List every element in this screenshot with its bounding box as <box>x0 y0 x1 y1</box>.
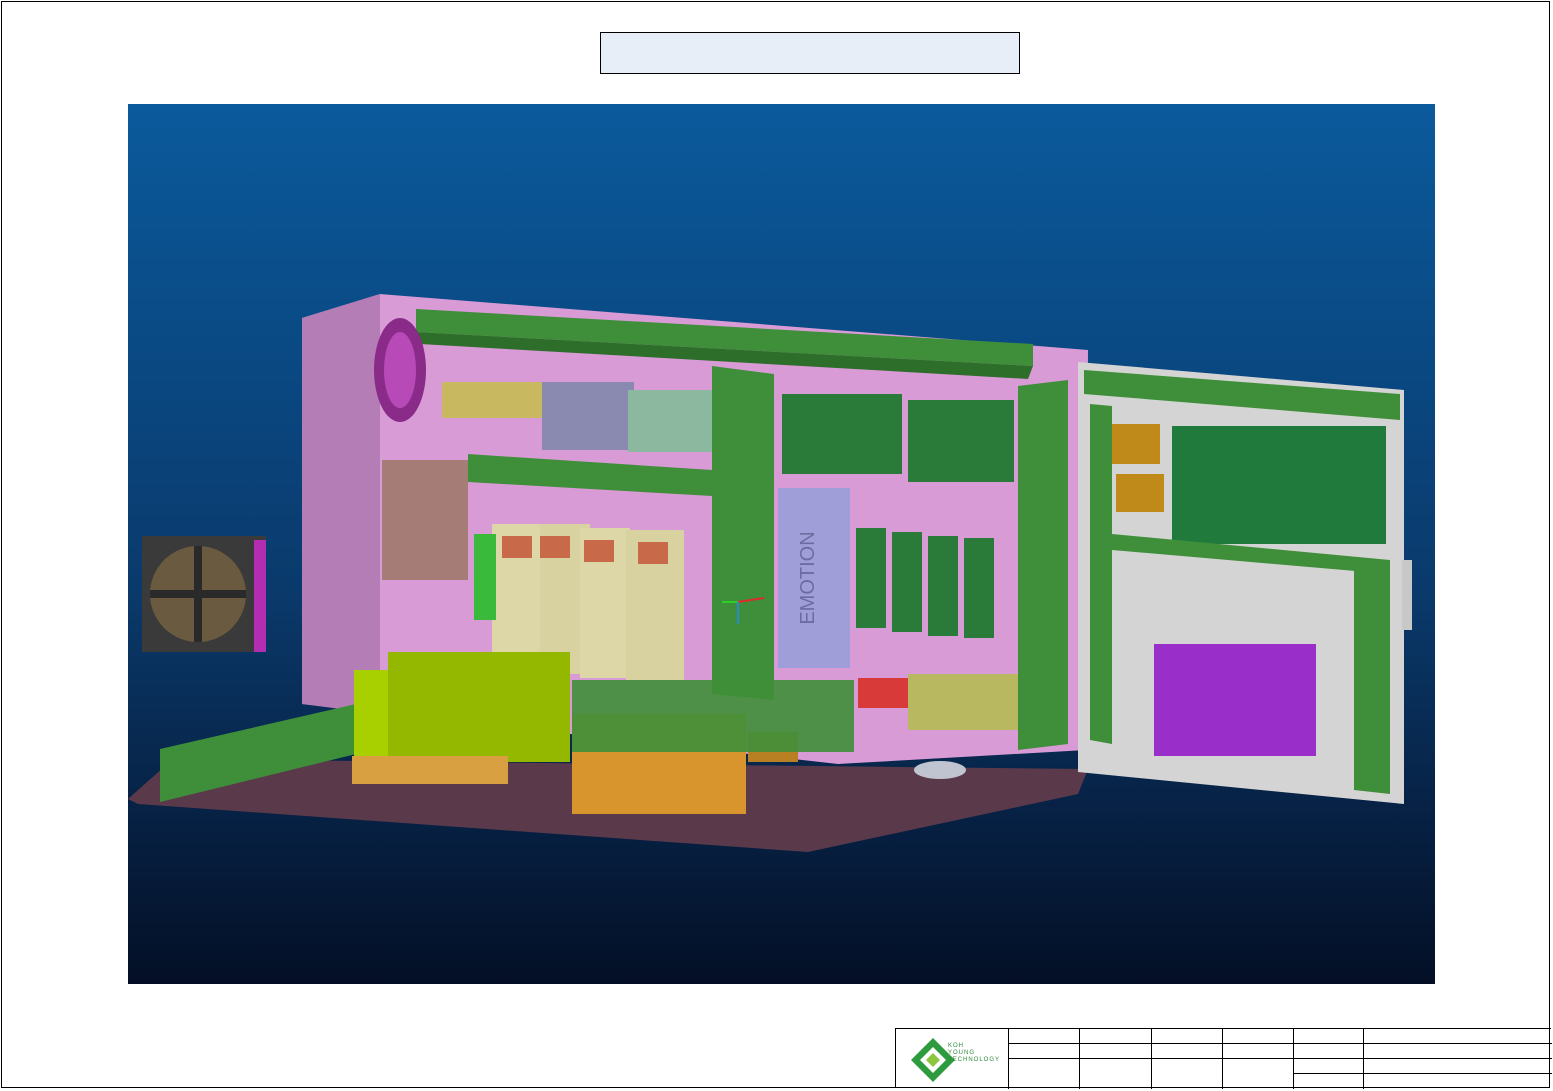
servo-drive-label-2 <box>540 536 570 558</box>
filter-fan-frame <box>254 540 266 652</box>
vertical-rail-center <box>712 366 774 700</box>
door-fuse-1 <box>1110 424 1160 464</box>
company-logo: KOH YOUNG TECHNOLOGY <box>896 1029 1009 1089</box>
title-block: KOH YOUNG TECHNOLOGY <box>895 1028 1552 1089</box>
transformer-block <box>542 382 634 450</box>
cabinet-assembly-render: EMOTION <box>128 294 1412 852</box>
door-pcb <box>1172 426 1386 544</box>
servo-drive-label-3 <box>584 540 614 562</box>
main-transformer-side <box>388 652 570 762</box>
transformer-base <box>352 756 508 784</box>
back-panel-left-wall <box>302 294 380 714</box>
driver-card-1 <box>856 528 886 628</box>
base-duct <box>572 680 854 752</box>
grommet-ring <box>914 761 966 779</box>
relay-block <box>382 460 468 580</box>
company-name-line2: YOUNG <box>948 1050 976 1056</box>
cad-3d-viewport[interactable]: EMOTION <box>128 104 1435 984</box>
motion-controller-label: EMOTION <box>797 531 819 624</box>
yellow-terminal-strip <box>908 674 1018 730</box>
servo-drive-label-4 <box>638 542 668 564</box>
door-power-supply <box>1154 644 1316 756</box>
title-block-grid <box>1009 1029 1552 1089</box>
servo-drive-label-1 <box>502 536 532 558</box>
driver-card-4 <box>964 538 994 638</box>
door-vertical-rail-left <box>1090 404 1112 744</box>
door-fuse-2 <box>1116 474 1164 512</box>
company-name-line1: KOH <box>948 1043 965 1049</box>
green-module <box>474 534 496 620</box>
driver-card-3 <box>928 536 958 636</box>
company-name: KOH YOUNG TECHNOLOGY <box>948 1043 1000 1064</box>
vertical-rail-right <box>1018 380 1068 750</box>
terminal-block <box>442 382 544 418</box>
door-handle <box>1402 560 1412 630</box>
drawing-title-box <box>600 32 1020 74</box>
red-terminal-strip <box>858 678 910 708</box>
driver-card-2 <box>892 532 922 632</box>
fan-hub <box>384 332 416 408</box>
control-board-1 <box>782 394 902 474</box>
door-vertical-rail-right <box>1354 562 1390 794</box>
power-supply-block <box>628 390 712 452</box>
company-name-line3: TECHNOLOGY <box>948 1057 1001 1063</box>
control-board-2 <box>908 400 1014 482</box>
